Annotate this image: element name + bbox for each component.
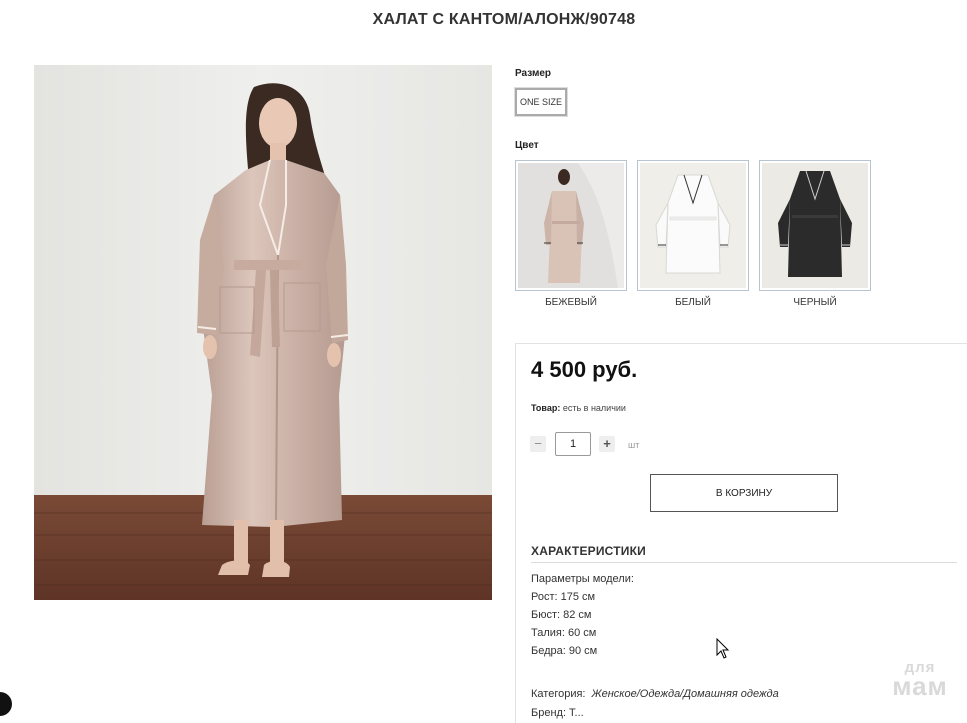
- color-swatch-black[interactable]: [759, 160, 871, 291]
- brand-line: Бренд: Т...: [531, 707, 584, 719]
- color-caption-beige: БЕЖЕВЫЙ: [545, 297, 597, 308]
- size-label: Размер: [515, 68, 552, 79]
- page-title: ХАЛАТ С КАНТОМ/АЛОНЖ/90748: [372, 11, 636, 28]
- quantity-increase-button[interactable]: +: [599, 436, 615, 452]
- color-swatch-beige[interactable]: [515, 160, 627, 291]
- add-to-cart-button[interactable]: В КОРЗИНУ: [650, 474, 838, 512]
- spec-line: Бедра: 90 см: [531, 645, 598, 657]
- stock-status: Товар: есть в наличии: [531, 403, 626, 413]
- quantity-decrease-button[interactable]: −: [530, 436, 546, 452]
- category-line: Категория: Женское/Одежда/Домашняя одежд…: [531, 688, 779, 700]
- watermark-logo: для мам: [880, 660, 960, 699]
- black-robe-thumbnail-icon: [762, 163, 868, 288]
- corner-circle-icon[interactable]: [0, 692, 12, 716]
- quantity-input[interactable]: [555, 432, 591, 456]
- price: 4 500 руб.: [531, 357, 638, 382]
- color-caption-black: ЧЕРНЫЙ: [793, 297, 837, 308]
- main-product-photo[interactable]: [34, 65, 492, 600]
- stock-label: Товар:: [531, 403, 561, 413]
- stock-value: есть в наличии: [562, 403, 626, 413]
- spec-line: Рост: 175 см: [531, 591, 596, 603]
- color-swatch-white[interactable]: [637, 160, 749, 291]
- model-in-beige-robe-photo: [34, 65, 492, 600]
- spec-line: Бюст: 82 см: [531, 609, 592, 621]
- color-label: Цвет: [515, 140, 539, 151]
- specs-title: ХАРАКТЕРИСТИКИ: [531, 544, 646, 558]
- spec-line: Параметры модели:: [531, 573, 634, 585]
- white-robe-thumbnail-icon: [640, 163, 746, 288]
- quantity-unit: шт: [628, 440, 640, 450]
- spec-line: Талия: 60 см: [531, 627, 597, 639]
- size-option-one-size[interactable]: ONE SIZE: [514, 87, 568, 117]
- beige-robe-thumbnail-icon: [518, 163, 624, 288]
- category-label: Категория:: [531, 688, 586, 700]
- color-caption-white: БЕЛЫЙ: [675, 297, 711, 308]
- mouse-cursor-icon: [716, 637, 730, 665]
- watermark-bottom: мам: [892, 671, 948, 701]
- category-link[interactable]: Женское/Одежда/Домашняя одежда: [592, 688, 779, 700]
- specs-divider: [531, 562, 957, 563]
